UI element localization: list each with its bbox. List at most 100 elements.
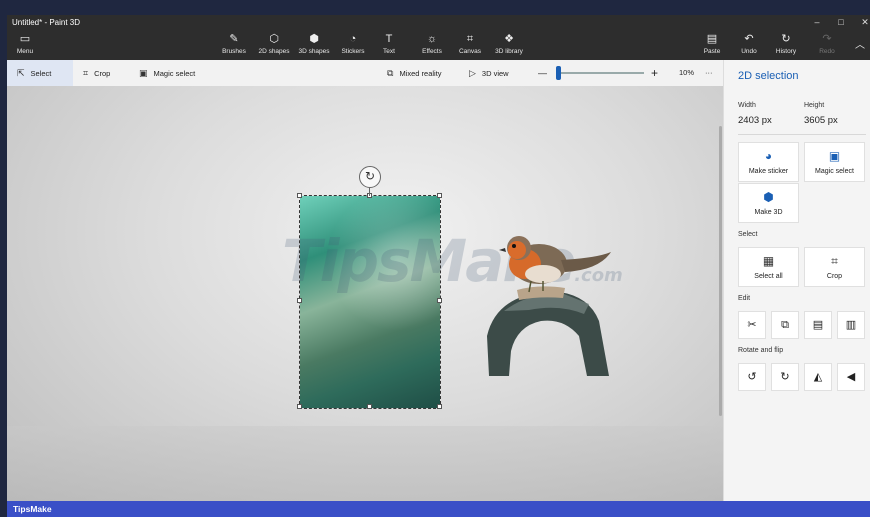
make-sticker-button[interactable]: ◕ Make sticker	[738, 142, 799, 182]
resize-handle-br[interactable]	[437, 404, 442, 409]
magic-select-button[interactable]: ▣ Magic select	[804, 142, 865, 182]
cube-icon: ⬢	[763, 190, 774, 204]
height-label: Height	[804, 102, 825, 109]
zoom-slider-thumb[interactable]	[556, 66, 561, 80]
sticker-icon: ◔	[349, 33, 357, 45]
mixed-reality-button[interactable]: ⧉ Mixed reality	[387, 60, 442, 86]
magic-select-tool-button[interactable]: ▣ Magic select	[139, 60, 195, 86]
flip-horizontal-button[interactable]: ◭	[804, 363, 832, 391]
zoom-out-button[interactable]: —	[538, 60, 547, 86]
3d-view-label: 3D view	[481, 69, 509, 78]
resize-handle-b[interactable]	[367, 404, 372, 409]
brushes-button[interactable]: ✎ Brushes	[219, 32, 249, 59]
resize-handle-bl[interactable]	[297, 404, 302, 409]
3d-library-button[interactable]: ❖ 3D library	[491, 32, 527, 59]
paste-button[interactable]: ▤ Paste	[699, 32, 725, 59]
delete-button[interactable]: ▥	[837, 311, 865, 339]
resize-handle-r[interactable]	[437, 298, 442, 303]
collapse-ribbon-button[interactable]: ︿	[853, 36, 867, 63]
robin-image[interactable]	[469, 226, 617, 382]
rotate-left-icon: ↺	[747, 371, 757, 383]
panel-title: 2D selection	[738, 70, 799, 82]
make-3d-button[interactable]: ⬢ Make 3D	[738, 183, 799, 223]
resize-handle-tr[interactable]	[437, 193, 442, 198]
rotate-right-icon: ↻	[780, 371, 790, 383]
magic-select-tool-label: Magic select	[153, 69, 196, 78]
select-section-label: Select	[738, 231, 758, 238]
minimize-button[interactable]: –	[805, 16, 829, 29]
paint3d-window: Untitled* - Paint 3D – □ ✕ ▭ Menu ✎ Brus…	[0, 0, 870, 517]
menu-button[interactable]: ▭ Menu	[10, 32, 40, 59]
height-value[interactable]: 3605 px	[804, 115, 838, 126]
view-3d-icon: ▷	[469, 68, 476, 78]
rotate-handle-icon[interactable]: ↻	[359, 166, 381, 188]
clipboard-icon: ▤	[706, 33, 718, 45]
history-button[interactable]: ↻ History	[771, 32, 801, 59]
select-all-icon: ▦	[762, 254, 775, 268]
rotate-stem	[369, 188, 370, 196]
canvas-icon: ⌗	[466, 33, 474, 45]
stickers-button[interactable]: ◔ Stickers	[337, 32, 369, 59]
cut-button[interactable]: ✂	[738, 311, 766, 339]
redo-icon: ↷	[822, 33, 832, 45]
rotate-left-button[interactable]: ↺	[738, 363, 766, 391]
zoom-slider-track[interactable]	[560, 72, 644, 74]
width-value[interactable]: 2403 px	[738, 115, 772, 126]
canvas-label: Canvas	[458, 48, 482, 55]
select-all-label: Select all	[754, 273, 783, 280]
select-all-button[interactable]: ▦ Select all	[738, 247, 799, 287]
text-button[interactable]: T Text	[379, 32, 399, 59]
rotate-right-button[interactable]: ↻	[771, 363, 799, 391]
brush-icon: ✎	[229, 33, 239, 45]
zoom-level: 10%	[679, 68, 695, 77]
select-tool-label: Select	[30, 69, 52, 78]
history-icon: ↻	[781, 33, 791, 45]
canvas-scrollbar[interactable]	[719, 126, 722, 416]
effects-button[interactable]: ☼ Effects	[419, 32, 445, 59]
scissors-icon: ✂	[747, 319, 757, 331]
crop-icon: ⌗	[831, 254, 838, 268]
3d-shapes-button[interactable]: ⬢ 3D shapes	[295, 32, 333, 59]
drawing-canvas[interactable]: TipsMake.com ↻	[7, 86, 723, 501]
paste-icon: ▤	[812, 319, 824, 331]
resize-handle-tl[interactable]	[297, 193, 302, 198]
paste-label: Paste	[703, 48, 721, 55]
brand-bar: TipsMake	[7, 501, 870, 517]
maximize-button[interactable]: □	[829, 16, 853, 29]
width-label: Width	[738, 102, 756, 109]
sun-icon: ☼	[426, 33, 438, 45]
2d-shapes-button[interactable]: ⬡ 2D shapes	[255, 32, 293, 59]
select-tool-button[interactable]: ⇱ Select	[7, 60, 73, 86]
flip-vertical-icon: ◀	[846, 371, 856, 383]
make-sticker-label: Make sticker	[748, 168, 789, 175]
copy-button[interactable]: ⧉	[771, 311, 799, 339]
history-label: History	[775, 48, 797, 55]
redo-button[interactable]: ↷ Redo	[815, 32, 839, 59]
title-bar: Untitled* - Paint 3D – □ ✕	[7, 15, 870, 30]
crop-button[interactable]: ⌗ Crop	[804, 247, 865, 287]
close-button[interactable]: ✕	[853, 16, 870, 29]
zoom-in-button[interactable]: +	[651, 60, 658, 86]
canvas-floor	[7, 426, 723, 501]
3d-shapes-label: 3D shapes	[298, 48, 330, 55]
paste-button[interactable]: ▤	[804, 311, 832, 339]
text-icon: T	[385, 33, 393, 45]
canvas-button[interactable]: ⌗ Canvas	[457, 32, 483, 59]
sticker-icon: ◕	[764, 149, 773, 163]
cube-icon: ⬢	[309, 33, 319, 45]
crop-tool-button[interactable]: ⌗ Crop	[83, 60, 110, 86]
3d-view-button[interactable]: ▷ 3D view	[469, 60, 509, 86]
resize-handle-l[interactable]	[297, 298, 302, 303]
stickers-label: Stickers	[341, 48, 365, 55]
flip-vertical-button[interactable]: ◀	[837, 363, 865, 391]
selection-box[interactable]	[299, 195, 441, 409]
undo-icon: ↶	[744, 33, 754, 45]
window-title: Untitled* - Paint 3D	[12, 18, 81, 27]
redo-label: Redo	[819, 48, 835, 55]
robin-on-stump-graphic	[487, 236, 611, 376]
more-options-button[interactable]: ···	[705, 60, 713, 86]
text-label: Text	[383, 48, 395, 55]
mixed-reality-icon: ⧉	[387, 68, 394, 78]
trash-icon: ▥	[845, 319, 857, 331]
undo-button[interactable]: ↶ Undo	[737, 32, 761, 59]
